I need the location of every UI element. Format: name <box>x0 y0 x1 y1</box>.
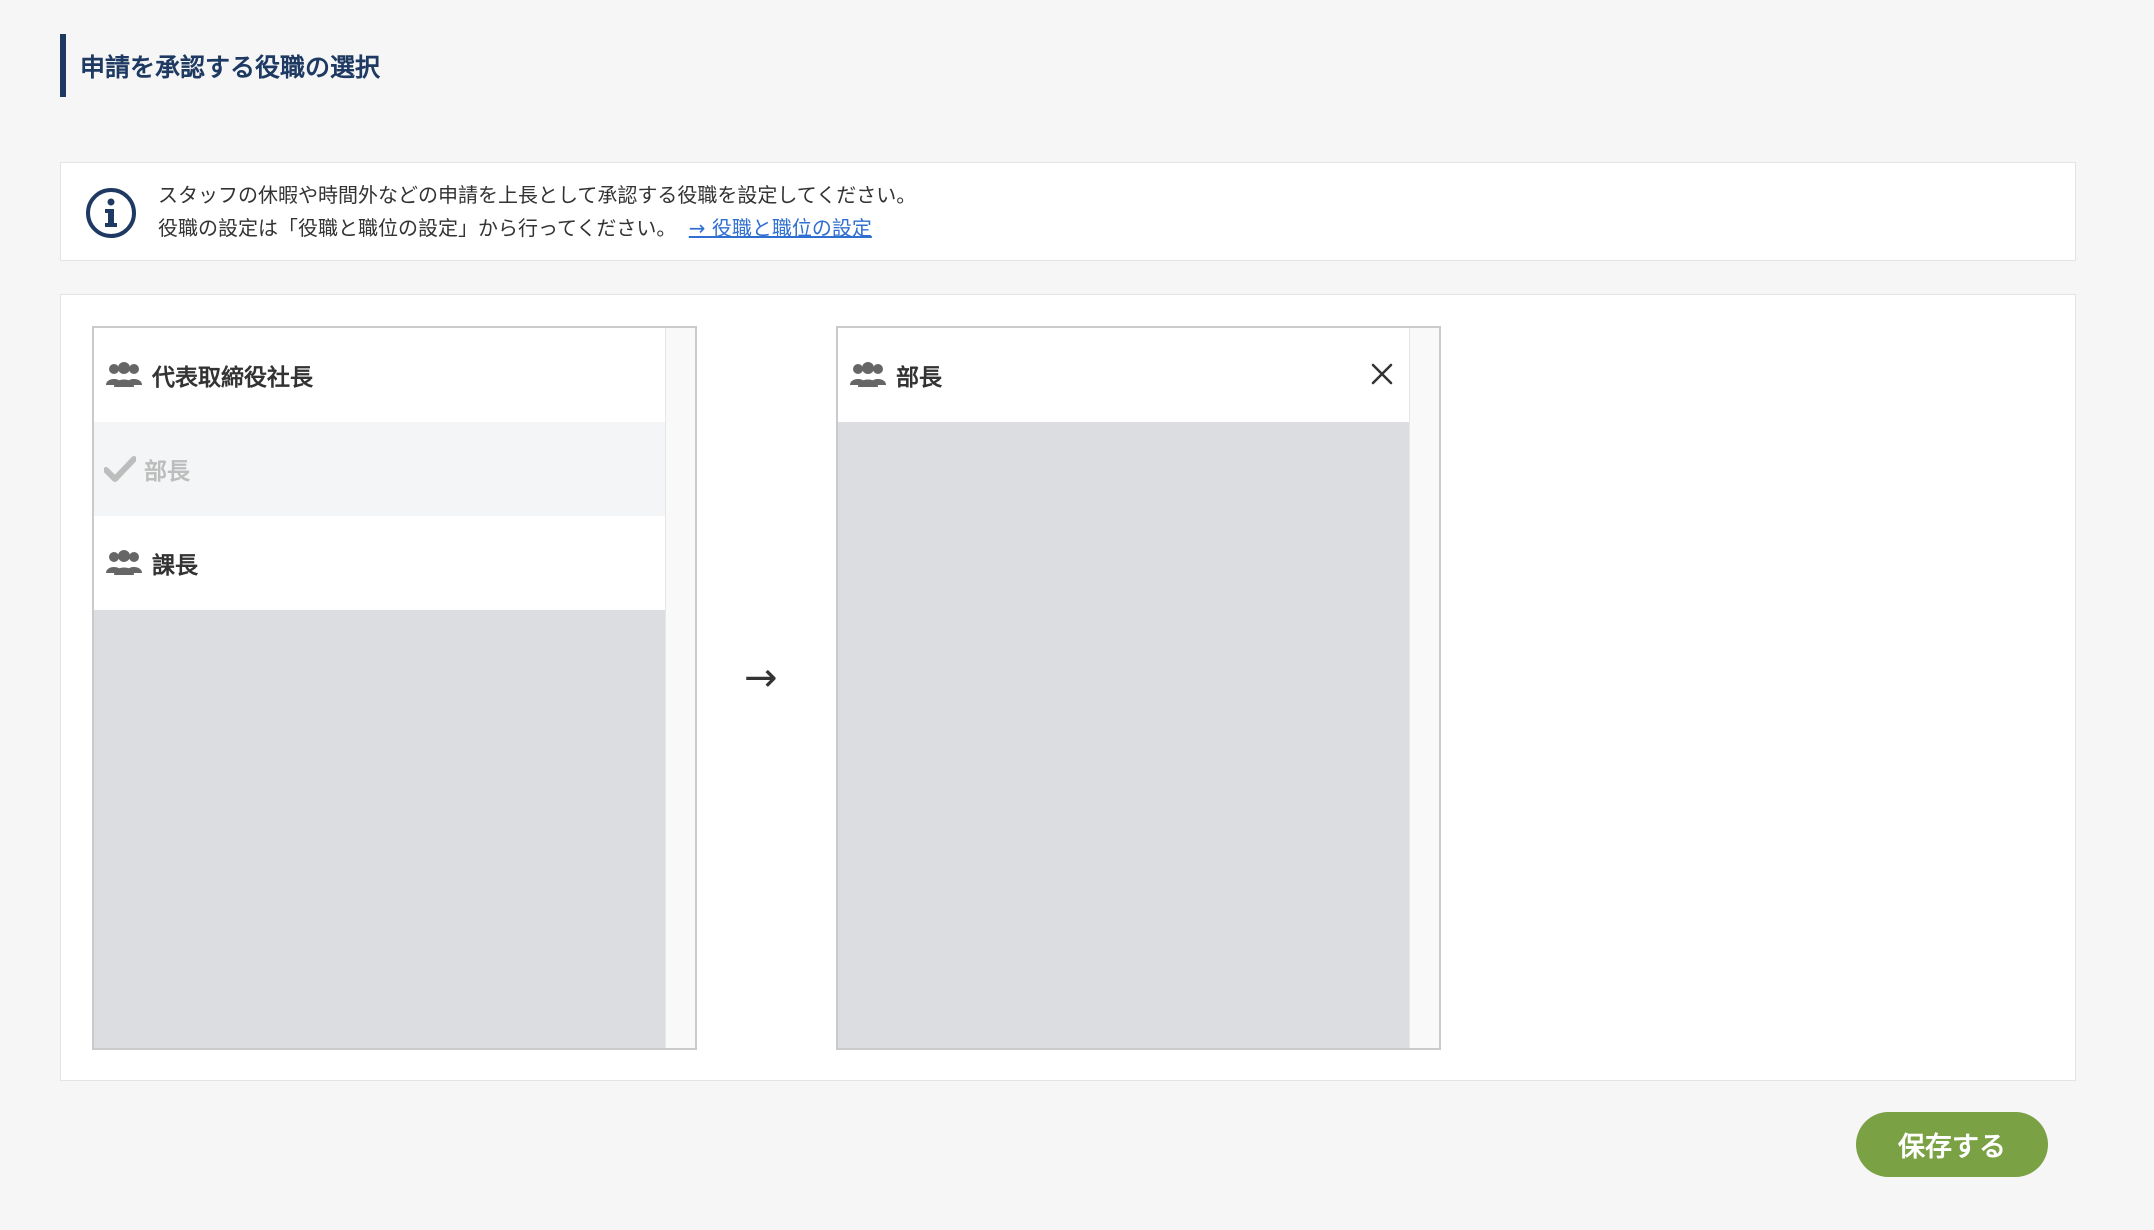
scrollbar[interactable] <box>665 328 695 1048</box>
selected-roles-list[interactable]: 部長 <box>836 326 1441 1050</box>
scrollbar[interactable] <box>1409 328 1439 1048</box>
info-icon <box>86 188 136 238</box>
info-line-2-text: 役職の設定は「役職と職位の設定」から行ってください。 <box>158 216 677 240</box>
close-icon[interactable] <box>1369 361 1395 387</box>
available-roles-list[interactable]: 代表取締役社長 部長 課長 <box>92 326 697 1050</box>
people-icon <box>850 362 886 387</box>
transfer-arrow: → <box>744 655 778 701</box>
page-title: 申請を承認する役職の選択 <box>60 34 380 97</box>
role-settings-link[interactable]: → 役職と職位の設定 <box>689 216 872 240</box>
selected-item-department-manager[interactable]: 部長 <box>838 328 1409 422</box>
info-line-1: スタッフの休暇や時間外などの申請を上長として承認する役職を設定してください。 <box>158 183 917 207</box>
list-item-department-manager: 部長 <box>94 422 665 516</box>
list-item-representative-director[interactable]: 代表取締役社長 <box>94 328 665 422</box>
people-icon <box>106 550 142 575</box>
list-item-section-manager[interactable]: 課長 <box>94 516 665 610</box>
list-item-label: 部長 <box>896 365 942 391</box>
list-item-label: 課長 <box>152 553 198 579</box>
role-selection-panel: 代表取締役社長 部長 課長 → 部長 <box>60 294 2076 1081</box>
page-title-text: 申請を承認する役職の選択 <box>80 52 381 82</box>
list-item-label: 部長 <box>144 459 190 485</box>
save-button[interactable]: 保存する <box>1856 1112 2048 1177</box>
info-text: スタッフの休暇や時間外などの申請を上長として承認する役職を設定してください。 役… <box>158 179 916 245</box>
list-item-label: 代表取締役社長 <box>152 365 313 391</box>
check-icon <box>104 456 136 482</box>
people-icon <box>106 362 142 387</box>
info-box: スタッフの休暇や時間外などの申請を上長として承認する役職を設定してください。 役… <box>60 162 2076 261</box>
info-line-2: 役職の設定は「役職と職位の設定」から行ってください。 → 役職と職位の設定 <box>158 212 916 245</box>
